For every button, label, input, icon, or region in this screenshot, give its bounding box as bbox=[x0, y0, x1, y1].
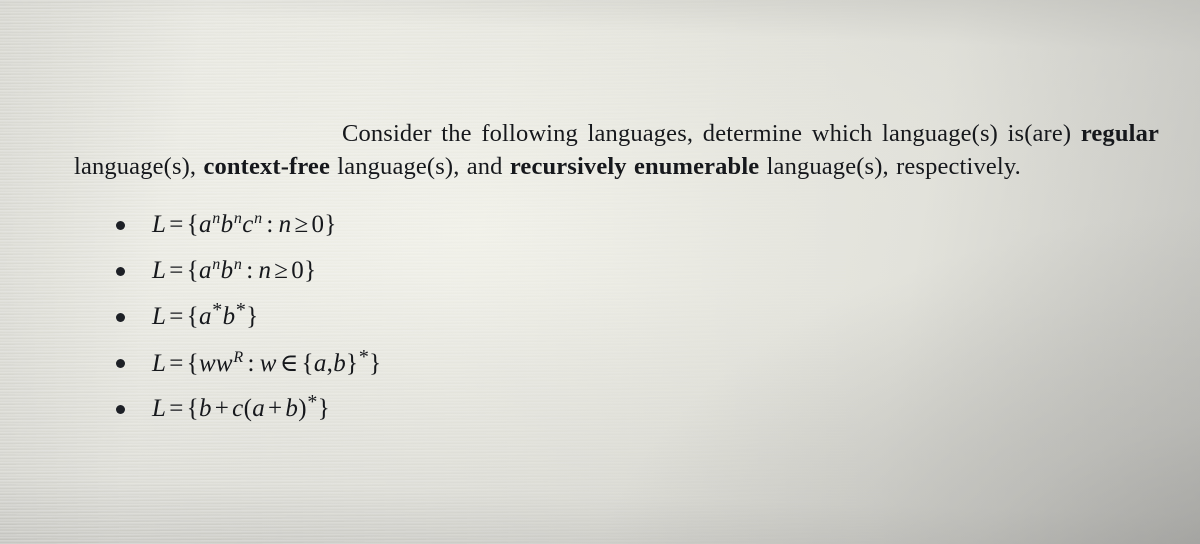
prompt-after-recursively-enumerable: language(s), respectively. bbox=[759, 152, 1021, 180]
term-context-free: context-free bbox=[203, 152, 330, 180]
list-item: L = {anbn: n ≥0} bbox=[104, 248, 381, 294]
prompt-after-regular: language(s), bbox=[74, 152, 204, 180]
page-content: Consider the following languages, determ… bbox=[0, 0, 1200, 544]
language-expression-ww-reverse: L = {wwR: w ∈ {a,b}*} bbox=[152, 345, 382, 377]
bullet-icon bbox=[116, 313, 125, 322]
language-expression-anbncn: L = {anbncn: n ≥0} bbox=[152, 209, 337, 238]
term-recursively-enumerable: recursively enumerable bbox=[509, 152, 760, 180]
question-prompt: Consider the following languages, determ… bbox=[74, 117, 1159, 183]
bullet-icon bbox=[116, 267, 125, 276]
language-expression-regex-b-plus-c: L = {b + c(a + b)*} bbox=[152, 390, 330, 422]
list-item: L = {wwR: w ∈ {a,b}*} bbox=[104, 340, 381, 386]
bullet-icon bbox=[116, 359, 125, 368]
prompt-after-context-free: language(s), and bbox=[329, 152, 510, 180]
term-regular: regular bbox=[1080, 119, 1159, 147]
language-list: L = {anbncn: n ≥0} L = {anbn: n ≥0} L = {a*b*} L ={… bbox=[104, 202, 381, 432]
prompt-lead-in: Consider the following languages, determ… bbox=[342, 119, 1081, 147]
list-item: L = {b + c(a + b)*} bbox=[104, 386, 381, 432]
language-expression-astar-bstar: L = {a*b*} bbox=[152, 298, 259, 330]
photographed-page: Consider the following languages, determ… bbox=[0, 0, 1200, 544]
bullet-icon bbox=[116, 405, 125, 414]
list-item: L = {anbncn: n ≥0} bbox=[104, 202, 381, 248]
bullet-icon bbox=[116, 221, 125, 230]
language-expression-anbn: L = {anbn: n ≥0} bbox=[152, 255, 317, 284]
list-item: L = {a*b*} bbox=[104, 294, 381, 340]
